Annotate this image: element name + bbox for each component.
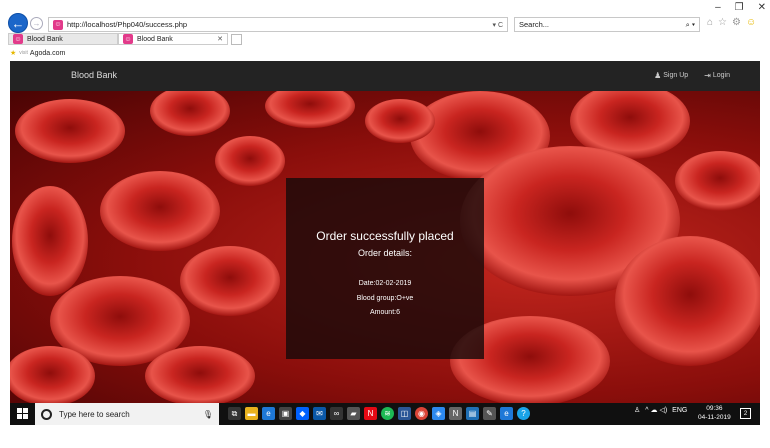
- favorites-star-icon[interactable]: ☆: [718, 17, 727, 28]
- browser-chrome: – ❐ ✕ ← → ☺ http://localhost/Php040/succ…: [0, 0, 770, 61]
- store-icon[interactable]: ▣: [279, 407, 292, 420]
- app-icon[interactable]: ◫: [398, 407, 411, 420]
- edge-icon[interactable]: e: [262, 407, 275, 420]
- favorites-bar: ★ visit Agoda.com: [10, 49, 65, 58]
- tab-favicon-icon: ☺: [123, 34, 133, 44]
- brand-link[interactable]: Blood Bank: [71, 70, 117, 80]
- search-icon[interactable]: ⌕ ▾: [686, 20, 695, 30]
- taskbar-search-placeholder: Type here to search: [59, 409, 130, 419]
- windows-start-icon[interactable]: [17, 408, 29, 420]
- url-text[interactable]: http://localhost/Php040/success.php: [67, 20, 492, 29]
- nvidia-icon[interactable]: N: [449, 407, 462, 420]
- favorite-link-agoda[interactable]: Agoda.com: [30, 50, 65, 57]
- cube-app-icon[interactable]: ◈: [432, 407, 445, 420]
- task-view-icon[interactable]: ⧉: [228, 407, 241, 420]
- netflix-icon[interactable]: N: [364, 407, 377, 420]
- tab-blood-bank-2[interactable]: ☺ Blood Bank ✕: [118, 33, 228, 45]
- login-link[interactable]: ⇥ Login: [704, 71, 730, 80]
- tools-icon[interactable]: ✎: [483, 407, 496, 420]
- mail-icon[interactable]: ✉: [313, 407, 326, 420]
- language-indicator[interactable]: ENG: [672, 407, 687, 414]
- file-explorer-icon[interactable]: ▬: [245, 407, 258, 420]
- photo-app-icon[interactable]: ▤: [466, 407, 479, 420]
- order-success-heading: Order successfully placed: [316, 229, 454, 243]
- browser-search-input[interactable]: Search... ⌕ ▾: [514, 17, 700, 32]
- login-label: Login: [712, 72, 730, 79]
- notification-center-icon[interactable]: 2: [740, 408, 751, 419]
- user-icon: ♟: [654, 71, 662, 80]
- taskbar-search-input[interactable]: Type here to search 🎙: [35, 403, 219, 425]
- home-icon[interactable]: ⌂: [707, 17, 713, 28]
- people-icon[interactable]: ♙: [634, 406, 640, 414]
- minimize-button[interactable]: –: [715, 2, 721, 13]
- signup-link[interactable]: ♟ Sign Up: [654, 71, 688, 80]
- clock-time: 09:36: [706, 405, 723, 412]
- microphone-icon[interactable]: 🎙: [203, 410, 213, 419]
- dropbox-icon[interactable]: ◆: [296, 407, 309, 420]
- tab-blood-bank-1[interactable]: ☺ Blood Bank: [8, 33, 118, 45]
- spotify-icon[interactable]: ≋: [381, 407, 394, 420]
- new-tab-button[interactable]: [231, 33, 242, 45]
- address-bar[interactable]: ☺ http://localhost/Php040/success.php ▾ …: [48, 17, 508, 32]
- close-window-button[interactable]: ✕: [758, 2, 766, 13]
- infinity-app-icon[interactable]: ∞: [330, 407, 343, 420]
- tab-label: Blood Bank: [27, 35, 63, 43]
- help-icon[interactable]: ?: [517, 407, 530, 420]
- envelope-app-icon[interactable]: ▰: [347, 407, 360, 420]
- login-icon: ⇥: [704, 71, 711, 80]
- ie-icon[interactable]: e: [500, 407, 513, 420]
- clock-date: 04-11-2019: [698, 414, 731, 421]
- tray-icons[interactable]: ^ ☁ ◁): [645, 406, 667, 414]
- order-blood-group: Blood group:O+ve: [356, 295, 414, 302]
- cortana-icon: [41, 408, 52, 420]
- restore-button[interactable]: ❐: [735, 2, 744, 13]
- refresh-icon[interactable]: ▾ C: [492, 21, 503, 29]
- favorite-star-icon: ★: [10, 50, 17, 57]
- signup-label: Sign Up: [663, 72, 689, 79]
- order-date: Date:02-02-2019: [358, 280, 412, 287]
- tab-favicon-icon: ☺: [13, 34, 23, 44]
- smiley-feedback-icon[interactable]: ☺: [746, 17, 756, 28]
- blood-cells-background: Order successfully placed Order details:…: [10, 91, 760, 403]
- taskbar-clock[interactable]: 09:36 04-11-2019: [698, 404, 731, 422]
- settings-gear-icon[interactable]: ⚙: [732, 17, 741, 28]
- chrome-icon[interactable]: ◉: [415, 407, 428, 420]
- windows-taskbar: Type here to search 🎙 ⧉ ▬ e ▣ ◆ ✉ ∞ ▰ N …: [10, 403, 760, 425]
- search-placeholder: Search...: [519, 20, 550, 29]
- order-confirmation-card: Order successfully placed Order details:…: [286, 178, 484, 359]
- order-details-heading: Order details:: [357, 248, 413, 258]
- site-favicon-icon: ☺: [53, 19, 63, 30]
- order-amount: Amount:6: [370, 309, 400, 316]
- close-tab-icon[interactable]: ✕: [217, 35, 223, 43]
- forward-button[interactable]: →: [30, 16, 43, 30]
- visited-label: visit: [19, 50, 28, 56]
- back-button[interactable]: ←: [8, 13, 28, 33]
- site-navbar: Blood Bank ♟ Sign Up ⇥ Login: [10, 61, 760, 91]
- tab-label: Blood Bank: [137, 35, 173, 43]
